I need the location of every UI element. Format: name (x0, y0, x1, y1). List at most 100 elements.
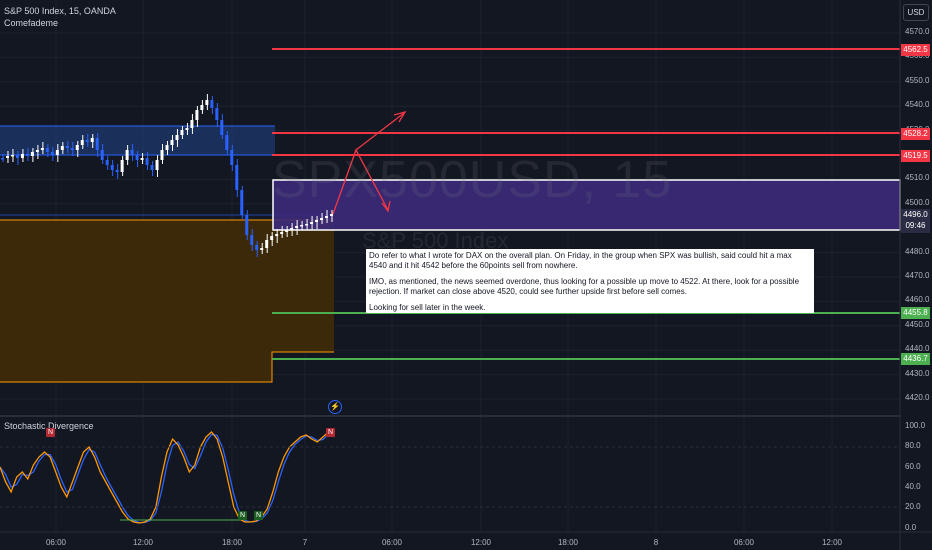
stoch-tick: 20.0 (905, 502, 921, 512)
candle (150, 165, 154, 170)
candle (225, 135, 229, 150)
price-tick: 4420.0 (905, 393, 930, 402)
candle (325, 216, 329, 218)
candle (305, 224, 309, 226)
candle (180, 130, 184, 135)
candle (285, 230, 289, 232)
candle (85, 140, 89, 142)
candle (245, 215, 249, 235)
price-label: 4496.0 09:46 (901, 209, 930, 233)
divergence-badge: N (238, 511, 247, 520)
stoch-tick: 40.0 (905, 481, 921, 491)
candle (160, 150, 164, 160)
candle (60, 146, 64, 150)
note-paragraph: Do refer to what I wrote for DAX on the … (369, 251, 792, 270)
countdown-label: 09:46 (905, 221, 926, 230)
price-label: 4436.7 (901, 353, 930, 365)
stoch-tick: 100.0 (905, 421, 926, 430)
candle (40, 148, 44, 150)
candle (275, 234, 279, 236)
candle (220, 120, 224, 135)
price-tick: 4570.0 (905, 27, 930, 36)
candle (145, 158, 149, 165)
stoch-k-line (0, 431, 335, 524)
candle (315, 220, 319, 222)
time-tick: 06:00 (381, 538, 403, 547)
candle (130, 150, 134, 155)
price-tick: 4500.0 (905, 197, 930, 207)
candle (135, 155, 139, 160)
candle (15, 155, 19, 158)
price-label: 4562.5 (901, 44, 930, 56)
candle (65, 146, 69, 148)
divergence-badge: N (326, 428, 335, 437)
price-label-value: 4496.0 (903, 210, 928, 219)
candle (10, 155, 14, 157)
lightning-icon[interactable]: ⚡ (328, 400, 342, 414)
candle (175, 135, 179, 140)
candle (55, 150, 59, 155)
price-tick: 4470.0 (905, 271, 930, 280)
price-tick: 4550.0 (905, 75, 930, 85)
candle (45, 148, 49, 152)
note-paragraph: IMO, as mentioned, the news seemed overd… (369, 277, 800, 296)
candle (50, 152, 54, 155)
watermark-symbol: SPX500USD, 15 (272, 151, 673, 209)
price-tick: 4460.0 (905, 295, 930, 305)
time-tick: 12:00 (470, 538, 492, 547)
symbol-title[interactable]: S&P 500 Index, 15, OANDA (4, 6, 116, 16)
candle (300, 225, 304, 227)
candle (30, 152, 34, 156)
candle (90, 138, 94, 142)
candle (320, 218, 324, 220)
candle (1, 158, 4, 160)
time-tick: 12:00 (132, 538, 154, 547)
time-tick: 7 (302, 538, 308, 547)
candle (35, 150, 39, 152)
candle (140, 158, 144, 160)
candle (185, 128, 189, 130)
divergence-badge: N (254, 511, 263, 520)
candle (235, 165, 239, 190)
stoch-tick: 60.0 (905, 461, 921, 471)
candle (240, 190, 244, 215)
candle (255, 245, 259, 250)
stoch-tick: 0.0 (905, 522, 917, 532)
candle (195, 110, 199, 120)
candle (190, 120, 194, 128)
stochastic-panel (0, 431, 900, 524)
price-tick: 4480.0 (905, 246, 930, 256)
currency-button[interactable]: USD (903, 4, 929, 21)
demand-zone (0, 220, 272, 382)
candle (210, 100, 214, 108)
candle (205, 100, 209, 105)
candle (290, 228, 294, 230)
time-tick: 06:00 (733, 538, 755, 547)
candle (265, 240, 269, 248)
candle (75, 145, 79, 150)
candle (230, 150, 234, 165)
price-label: 4528.2 (901, 128, 930, 140)
price-tick: 4510.0 (905, 173, 930, 183)
candle (215, 108, 219, 120)
candle (125, 150, 129, 160)
price-label: 4455.8 (901, 307, 930, 319)
candle (155, 160, 159, 170)
supply-zone (0, 126, 275, 155)
candle (295, 226, 299, 228)
candle (260, 248, 264, 250)
note-box[interactable]: Do refer to what I wrote for DAX on the … (366, 249, 814, 313)
time-tick: 18:00 (557, 538, 579, 547)
candle (250, 235, 254, 245)
candle (170, 140, 174, 145)
candle (330, 214, 333, 216)
indicator-label[interactable]: Comefademe (4, 18, 58, 28)
price-label: 4519.5 (901, 150, 930, 162)
note-paragraph: Looking for sell later in the week. (369, 303, 486, 313)
candle (120, 160, 124, 172)
price-tick: 4450.0 (905, 319, 930, 329)
candle (70, 148, 74, 150)
candle (115, 170, 119, 172)
stoch-tick: 80.0 (905, 441, 921, 451)
time-tick: 18:00 (221, 538, 243, 547)
